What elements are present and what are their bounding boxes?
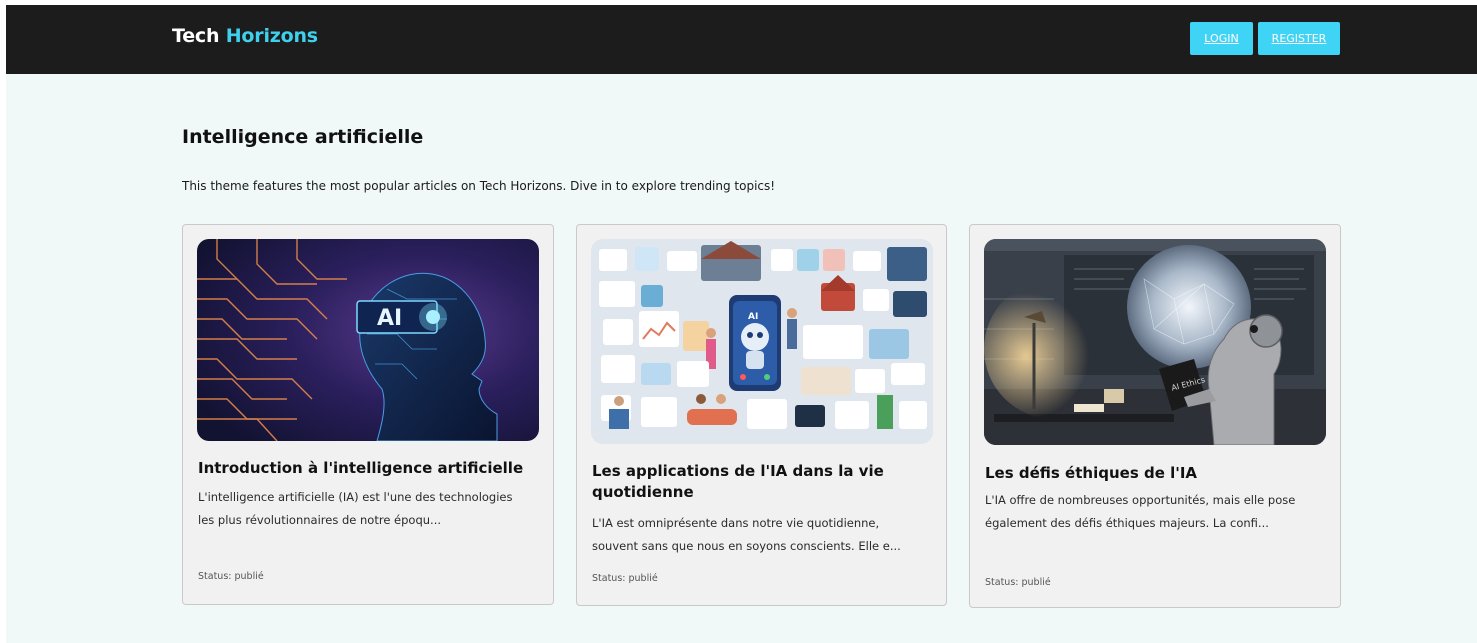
register-button[interactable]: REGISTER (1258, 22, 1340, 55)
brand-logo[interactable]: Tech Horizons (172, 25, 318, 47)
login-button[interactable]: LOGIN (1190, 22, 1253, 55)
article-thumbnail: AI (591, 239, 933, 444)
article-thumbnail: AI (197, 239, 539, 441)
article-excerpt: L'IA est omniprésente dans notre vie quo… (592, 516, 901, 553)
article-card[interactable]: AI Introduction à l'intelligence artific… (182, 224, 554, 605)
article-status: Status: publié (198, 571, 264, 582)
page: Tech Horizons LOGIN REGISTER Intelligenc… (6, 5, 1477, 643)
thumbnail-ai-text: AI (377, 306, 402, 331)
article-card[interactable]: AI Les applications de l'IA dans la vie … (576, 224, 947, 606)
article-title[interactable]: Les défis éthiques de l'IA (985, 463, 1325, 484)
article-status: Status: publié (592, 573, 658, 584)
theme-description: This theme features the most popular art… (182, 179, 776, 193)
theme-title: Intelligence artificielle (182, 126, 424, 148)
article-excerpt: L'intelligence artificielle (IA) est l'u… (198, 490, 513, 527)
brand-name-part2: Horizons (225, 25, 318, 47)
article-excerpt: L'IA offre de nombreuses opportunités, m… (985, 493, 1296, 530)
article-title[interactable]: Les applications de l'IA dans la vie quo… (592, 461, 932, 503)
navbar: Tech Horizons LOGIN REGISTER (6, 5, 1477, 74)
article-title[interactable]: Introduction à l'intelligence artificiel… (198, 458, 538, 479)
thumbnail-ai-text: AI (748, 312, 758, 322)
brand-name-part1: Tech (172, 25, 220, 47)
article-card[interactable]: AI Ethics Les défis éthiques de l'IA L'I… (969, 224, 1341, 608)
article-thumbnail: AI Ethics (984, 239, 1326, 445)
article-status: Status: publié (985, 577, 1051, 588)
